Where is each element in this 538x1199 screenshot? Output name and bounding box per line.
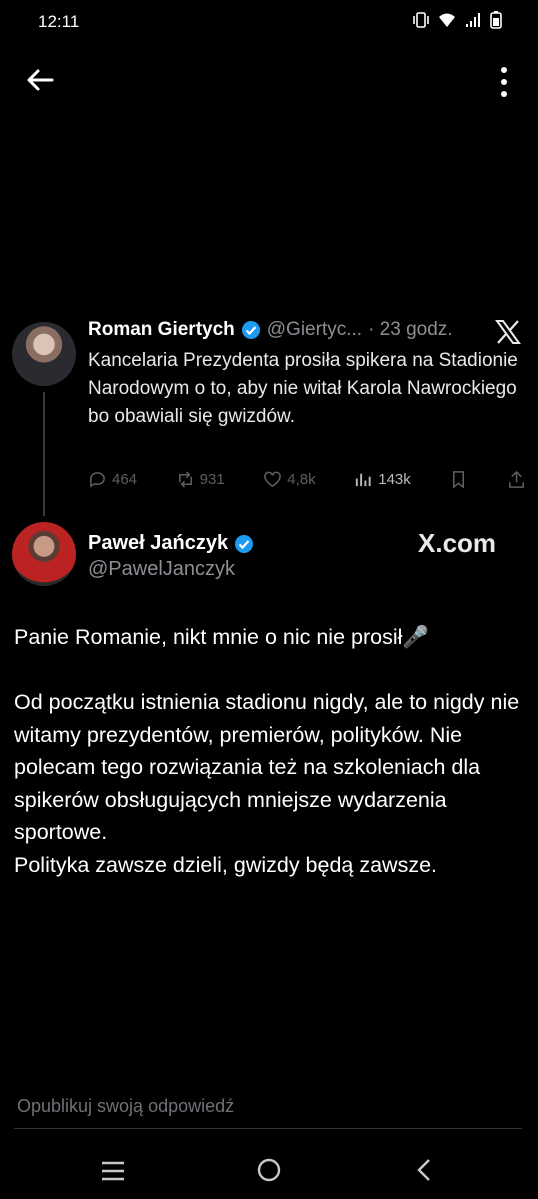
retweet-count: 931	[199, 471, 225, 488]
share-icon	[509, 470, 524, 488]
retweet-action[interactable]: 931	[176, 470, 225, 489]
bookmark-icon	[453, 471, 465, 489]
reply-icon	[90, 472, 105, 488]
quoted-tweet-header: Roman Giertych @Giertyc... · 23 godz.	[88, 319, 453, 341]
author-name-row: Paweł Jańczyk	[88, 532, 254, 555]
heart-icon	[264, 471, 282, 488]
status-icons	[412, 11, 502, 29]
vibrate-icon	[413, 12, 429, 28]
retweet-icon	[178, 471, 192, 488]
battery-icon	[490, 11, 502, 29]
wifi-icon	[439, 13, 455, 27]
x-logo-icon	[495, 320, 521, 344]
like-action[interactable]: 4,8k	[263, 470, 316, 489]
verified-badge-icon	[235, 534, 254, 553]
back-arrow-icon[interactable]	[22, 62, 58, 98]
signal-icon	[466, 13, 480, 27]
verified-badge-icon	[241, 321, 260, 339]
tweet-text: Panie Romanie, nikt mnie o nic nie prosi…	[14, 625, 520, 877]
quoted-tweet-actions: 464 931 4,8k 143k	[88, 470, 526, 489]
thread-line	[43, 392, 45, 516]
status-time: 12:11	[38, 12, 80, 31]
recent-apps-icon[interactable]	[100, 1160, 126, 1182]
author-name[interactable]: Paweł Jańczyk	[88, 532, 228, 555]
more-options-icon[interactable]	[498, 66, 510, 98]
quoted-tweet-text: Kancelaria Prezydenta prosiła spikera na…	[88, 350, 518, 427]
views-action[interactable]: 143k	[354, 470, 411, 489]
avatar[interactable]	[12, 322, 76, 386]
bookmark-action[interactable]	[449, 470, 468, 489]
divider	[14, 1128, 522, 1129]
avatar[interactable]	[12, 522, 76, 586]
like-count: 4,8k	[287, 471, 316, 488]
reply-action[interactable]: 464	[88, 470, 137, 489]
share-action[interactable]	[507, 470, 526, 489]
home-icon[interactable]	[257, 1158, 281, 1182]
quoted-tweet-time: · 23 godz.	[368, 319, 453, 340]
views-count: 143k	[378, 471, 411, 488]
views-icon	[356, 473, 371, 487]
quoted-author-handle[interactable]: @Giertyc...	[267, 319, 362, 341]
nav-back-icon[interactable]	[414, 1158, 434, 1182]
reply-input[interactable]: Opublikuj swoją odpowiedź	[17, 1096, 234, 1117]
watermark: X.com	[418, 528, 497, 558]
quoted-author-name[interactable]: Roman Giertych	[88, 319, 235, 341]
author-handle[interactable]: @PawelJanczyk	[88, 558, 235, 581]
reply-count: 464	[112, 471, 138, 488]
